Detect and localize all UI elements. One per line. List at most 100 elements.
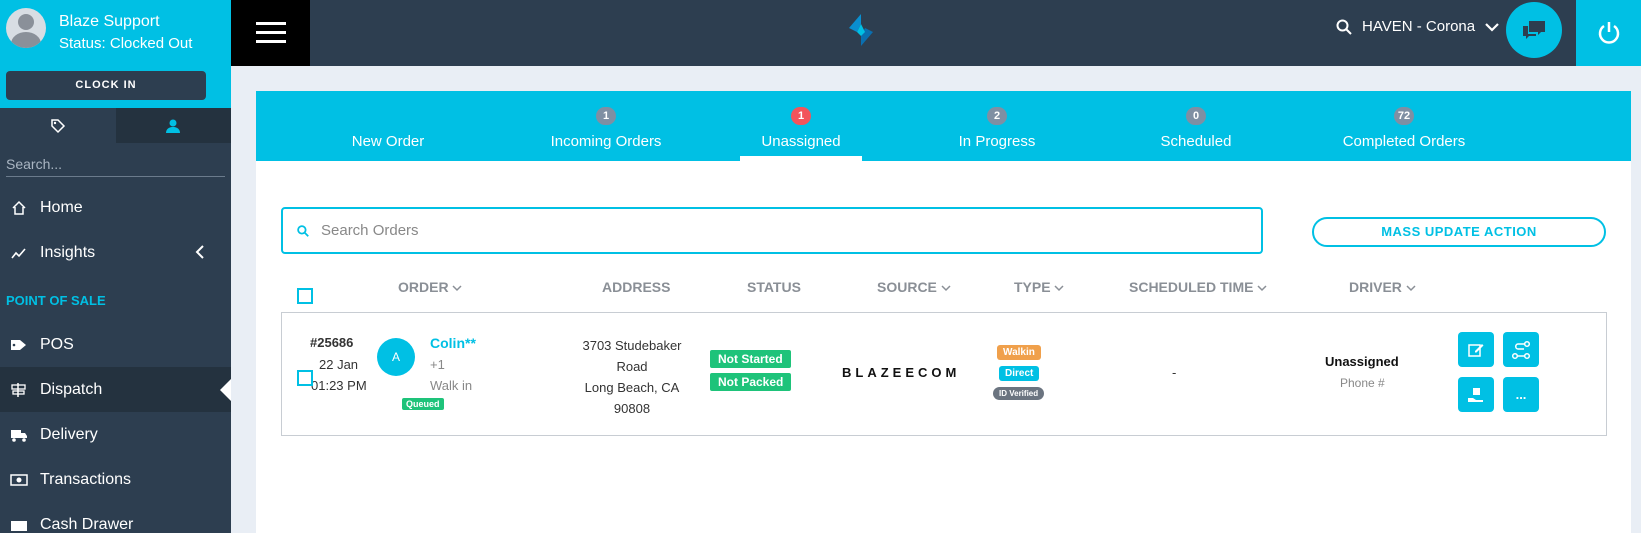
chevron-down-icon [452, 285, 462, 292]
sidebar-search-input[interactable] [6, 155, 225, 172]
sidebar-tab-tags[interactable] [0, 108, 116, 143]
tab-label: In Progress [958, 133, 1036, 150]
mass-update-action-button[interactable]: MASS UPDATE ACTION [1312, 217, 1606, 247]
chevron-down-icon [1485, 22, 1499, 32]
sidebar-item-transactions[interactable]: Transactions [0, 457, 231, 502]
queued-badge: Queued [402, 398, 444, 410]
tab-label: Scheduled [1160, 133, 1232, 150]
order-source: BLAZEECOM [842, 365, 961, 380]
user-icon [166, 119, 181, 133]
tab-count-badge: 2 [987, 107, 1007, 125]
chevron-down-icon [941, 285, 951, 292]
customer-phone: +1 [430, 357, 445, 372]
route-icon [1511, 340, 1531, 359]
type-badge-direct: Direct [999, 366, 1040, 381]
type-badge-id-verified: ID Verified [993, 387, 1045, 400]
search-orders-input[interactable] [321, 222, 1221, 239]
column-order[interactable]: ORDER [398, 279, 462, 295]
tab-unassigned[interactable]: 1 Unassigned [740, 91, 862, 161]
power-button[interactable] [1576, 0, 1641, 66]
sidebar-item-insights[interactable]: Insights [0, 230, 231, 275]
user-profile: Blaze Support Status: Clocked Out CLOCK … [0, 0, 231, 108]
signpost-icon [8, 381, 30, 399]
order-time: 01:23 PM [311, 378, 367, 393]
truck-icon [8, 426, 30, 444]
tag-icon [8, 336, 30, 354]
chevron-down-icon [1257, 285, 1267, 292]
user-name: Blaze Support [59, 13, 160, 30]
sidebar-item-dispatch[interactable]: Dispatch [0, 367, 231, 412]
chevron-down-icon [1054, 285, 1064, 292]
driver-phone: Phone # [1340, 376, 1385, 390]
address-line: Long Beach, CA [584, 380, 680, 395]
package-button[interactable] [1458, 377, 1494, 412]
avatar[interactable] [6, 8, 46, 48]
sidebar-item-label: Cash Drawer [40, 515, 134, 533]
column-type[interactable]: TYPE [1014, 279, 1064, 295]
package-hand-icon [1468, 387, 1483, 402]
ellipsis-icon: ... [1515, 387, 1527, 402]
power-icon [1598, 22, 1619, 44]
tab-count-badge: 0 [1186, 107, 1206, 125]
order-number[interactable]: #25686 [310, 335, 353, 350]
tab-label: Incoming Orders [550, 133, 662, 150]
chat-button[interactable] [1506, 2, 1562, 58]
location-selector[interactable]: HAVEN - Corona [1336, 18, 1499, 35]
brand-logo-icon[interactable] [846, 13, 876, 52]
customer-mode: Walk in [430, 378, 473, 393]
address-line: Road [616, 359, 648, 374]
clock-in-button[interactable]: CLOCK IN [6, 71, 206, 100]
sidebar-item-delivery[interactable]: Delivery [0, 412, 231, 457]
tab-count-badge: 1 [791, 107, 811, 125]
more-options-button[interactable]: ... [1503, 377, 1539, 412]
customer-avatar: A [377, 338, 415, 376]
order-date: 22 Jan [319, 357, 359, 372]
sidebar-item-label: Transactions [40, 470, 131, 488]
sidebar: Blaze Support Status: Clocked Out CLOCK … [0, 0, 231, 533]
column-scheduled-time[interactable]: SCHEDULED TIME [1129, 279, 1267, 295]
customer-name[interactable]: Colin** [430, 335, 476, 351]
orders-panel: MASS UPDATE ACTION ORDER ADDRESS STATUS … [256, 161, 1631, 533]
sidebar-tab-user[interactable] [115, 108, 231, 143]
insights-icon [8, 244, 30, 262]
table-row[interactable]: #25686 22 Jan 01:23 PM A Colin** +1 Walk… [281, 312, 1607, 436]
sidebar-tabs [0, 108, 231, 143]
chat-icon [1523, 21, 1545, 39]
select-all-checkbox[interactable] [297, 288, 313, 304]
chevron-left-icon [195, 244, 205, 265]
tab-incoming-orders[interactable]: 1 Incoming Orders [531, 91, 681, 161]
order-address: 3703 Studebaker Road Long Beach, CA 9080… [577, 335, 687, 419]
column-label: SOURCE [877, 279, 937, 295]
column-address: ADDRESS [602, 279, 671, 295]
column-source[interactable]: SOURCE [877, 279, 951, 295]
tab-in-progress[interactable]: 2 In Progress [942, 91, 1052, 161]
address-line: 90808 [613, 401, 651, 416]
sidebar-item-label: Insights [40, 243, 96, 261]
tab-scheduled[interactable]: 0 Scheduled [1146, 91, 1246, 161]
search-orders-box [281, 207, 1263, 254]
tab-new-order[interactable]: 0 New Order [328, 91, 448, 161]
column-driver[interactable]: DRIVER [1349, 279, 1416, 295]
section-title: POINT OF SALE [6, 293, 106, 308]
search-icon [1336, 19, 1352, 35]
menu-button[interactable] [231, 0, 310, 66]
driver-name[interactable]: Unassigned [1325, 354, 1399, 369]
sidebar-item-label: Dispatch [40, 380, 103, 398]
column-label: DRIVER [1349, 279, 1402, 295]
sidebar-item-pos[interactable]: POS [0, 322, 231, 367]
money-icon [8, 471, 30, 489]
sidebar-item-cash-drawer[interactable]: Cash Drawer [0, 502, 231, 533]
tab-completed-orders[interactable]: 72 Completed Orders [1334, 91, 1474, 161]
sidebar-item-home[interactable]: Home [0, 185, 231, 230]
column-status: STATUS [747, 279, 801, 295]
scheduled-time: - [1172, 365, 1177, 380]
sidebar-item-label: Home [40, 198, 83, 216]
tab-label: Completed Orders [1342, 133, 1466, 150]
hamburger-icon [255, 22, 286, 43]
edit-order-button[interactable] [1458, 332, 1494, 367]
column-label: SCHEDULED TIME [1129, 279, 1254, 295]
chevron-down-icon [1406, 285, 1416, 292]
assign-route-button[interactable] [1503, 332, 1539, 367]
row-checkbox[interactable] [297, 370, 313, 386]
home-icon [8, 199, 30, 217]
